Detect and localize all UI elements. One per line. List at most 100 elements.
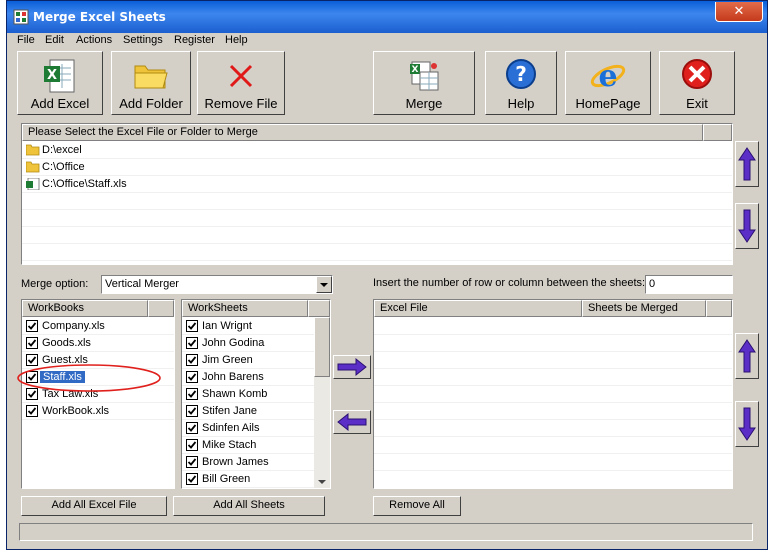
worksheet-item-label: John Barens: [202, 371, 264, 383]
workbook-item-label: Company.xls: [42, 320, 105, 332]
workbook-checkbox[interactable]: [26, 320, 38, 332]
arrow-right-icon: [337, 357, 367, 377]
list-item-empty: [22, 193, 732, 210]
workbook-item-label: WorkBook.xls: [42, 405, 110, 417]
workbook-item-label: Goods.xls: [42, 337, 91, 349]
worksheet-checkbox[interactable]: [186, 422, 198, 434]
worksheet-checkbox[interactable]: [186, 388, 198, 400]
merged-header-spacer: [706, 300, 732, 317]
arrow-left-icon: [337, 412, 367, 432]
insert-rows-input[interactable]: 0: [645, 275, 733, 294]
list-item[interactable]: D:\excel: [22, 142, 732, 159]
folder-icon: [134, 65, 168, 89]
merge-option-value: Vertical Merger: [105, 278, 179, 290]
svg-text:?: ?: [515, 62, 527, 86]
add-excel-button[interactable]: X Add Excel: [17, 51, 103, 115]
worksheet-item-label: John Godina: [202, 337, 265, 349]
help-button[interactable]: ? Help: [485, 51, 557, 115]
add-all-sheets-button[interactable]: Add All Sheets: [173, 496, 325, 516]
workbook-checkbox[interactable]: [26, 405, 38, 417]
arrow-down-icon: [738, 209, 756, 243]
merged-move-up-button[interactable]: [735, 333, 759, 379]
worksheet-item[interactable]: Brown James: [182, 454, 330, 471]
workbooks-header: WorkBooks: [22, 300, 148, 317]
worksheet-checkbox[interactable]: [186, 337, 198, 349]
merge-button[interactable]: X Merge: [373, 51, 475, 115]
workbook-item[interactable]: Company.xls: [22, 318, 174, 335]
add-folder-label: Add Folder: [119, 96, 183, 111]
menu-settings[interactable]: Settings: [123, 34, 163, 46]
merged-move-down-button[interactable]: [735, 401, 759, 447]
menu-actions[interactable]: Actions: [76, 34, 112, 46]
red-x-icon: [229, 64, 253, 88]
remove-file-label: Remove File: [204, 96, 278, 111]
window-title: Merge Excel Sheets: [33, 10, 166, 24]
worksheets-scrollbar[interactable]: [314, 317, 330, 488]
workbook-item[interactable]: Goods.xls: [22, 335, 174, 352]
excel-file-icon: [26, 178, 40, 190]
window-close-button[interactable]: ✕: [715, 2, 763, 22]
list-item[interactable]: C:\Office: [22, 159, 732, 176]
worksheet-item[interactable]: Bill Green: [182, 471, 330, 488]
add-sheet-button[interactable]: [333, 355, 371, 379]
worksheet-item[interactable]: Ian Wrignt: [182, 318, 330, 335]
app-window: Merge Excel Sheets ✕ File Edit Actions S…: [6, 0, 768, 550]
list-item[interactable]: C:\Office\Staff.xls: [22, 176, 732, 193]
worksheet-checkbox[interactable]: [186, 320, 198, 332]
worksheet-item[interactable]: Shawn Komb: [182, 386, 330, 403]
worksheet-item-label: Bill Green: [202, 473, 251, 485]
add-folder-button[interactable]: Add Folder: [111, 51, 191, 115]
list-item-empty: [374, 318, 732, 335]
remove-file-button[interactable]: Remove File: [197, 51, 285, 115]
folder-icon: [26, 161, 40, 173]
menu-help[interactable]: Help: [225, 34, 248, 46]
menu-register[interactable]: Register: [174, 34, 215, 46]
worksheet-item[interactable]: John Godina: [182, 335, 330, 352]
worksheets-list[interactable]: WorkSheets Ian Wrignt John Godina Jim Gree…: [181, 299, 331, 489]
scrollbar-thumb[interactable]: [314, 317, 330, 377]
sheets-merged-column-header: Sheets be Merged: [582, 300, 706, 317]
list-item-empty: [22, 244, 732, 261]
worksheet-item[interactable]: John Barens: [182, 369, 330, 386]
remove-sheet-button[interactable]: [333, 410, 371, 434]
menu-file[interactable]: File: [17, 34, 35, 46]
arrow-up-icon: [738, 147, 756, 181]
merged-sheets-list[interactable]: Excel File Sheets be Merged: [373, 299, 733, 489]
file-list-item-label: D:\excel: [42, 144, 82, 156]
file-list-header: Please Select the Excel File or Folder t…: [22, 124, 703, 141]
worksheet-checkbox[interactable]: [186, 405, 198, 417]
worksheet-item[interactable]: Stifen Jane: [182, 403, 330, 420]
worksheet-item-label: Jim Green: [202, 354, 253, 366]
worksheet-checkbox[interactable]: [186, 439, 198, 451]
worksheet-item[interactable]: Jim Green: [182, 352, 330, 369]
status-bar: [19, 523, 753, 541]
remove-all-button[interactable]: Remove All: [373, 496, 461, 516]
worksheet-checkbox[interactable]: [186, 371, 198, 383]
exit-label: Exit: [686, 96, 708, 111]
worksheet-item[interactable]: Mike Stach: [182, 437, 330, 454]
svg-text:X: X: [412, 65, 419, 75]
merge-option-select[interactable]: Vertical Merger: [101, 275, 333, 294]
chevron-down-icon: [320, 283, 328, 287]
scroll-down-icon[interactable]: [316, 478, 328, 486]
move-up-button[interactable]: [735, 141, 759, 187]
dropdown-button[interactable]: [316, 276, 332, 293]
exit-button[interactable]: Exit: [659, 51, 735, 115]
worksheet-checkbox[interactable]: [186, 456, 198, 468]
workbook-item[interactable]: WorkBook.xls: [22, 403, 174, 420]
list-item-empty: [22, 227, 732, 244]
arrow-up-icon: [738, 339, 756, 373]
add-all-excel-button[interactable]: Add All Excel File: [21, 496, 167, 516]
worksheets-header: WorkSheets: [182, 300, 308, 317]
menu-edit[interactable]: Edit: [45, 34, 64, 46]
list-item-empty: [374, 403, 732, 420]
worksheet-item[interactable]: Sdinfen Ails: [182, 420, 330, 437]
workbook-checkbox[interactable]: [26, 337, 38, 349]
homepage-button[interactable]: e HomePage: [565, 51, 651, 115]
worksheet-checkbox[interactable]: [186, 354, 198, 366]
list-item-empty: [374, 420, 732, 437]
move-down-button[interactable]: [735, 203, 759, 249]
file-list-item-label: C:\Office: [42, 161, 85, 173]
worksheet-checkbox[interactable]: [186, 473, 198, 485]
file-list[interactable]: Please Select the Excel File or Folder t…: [21, 123, 733, 265]
